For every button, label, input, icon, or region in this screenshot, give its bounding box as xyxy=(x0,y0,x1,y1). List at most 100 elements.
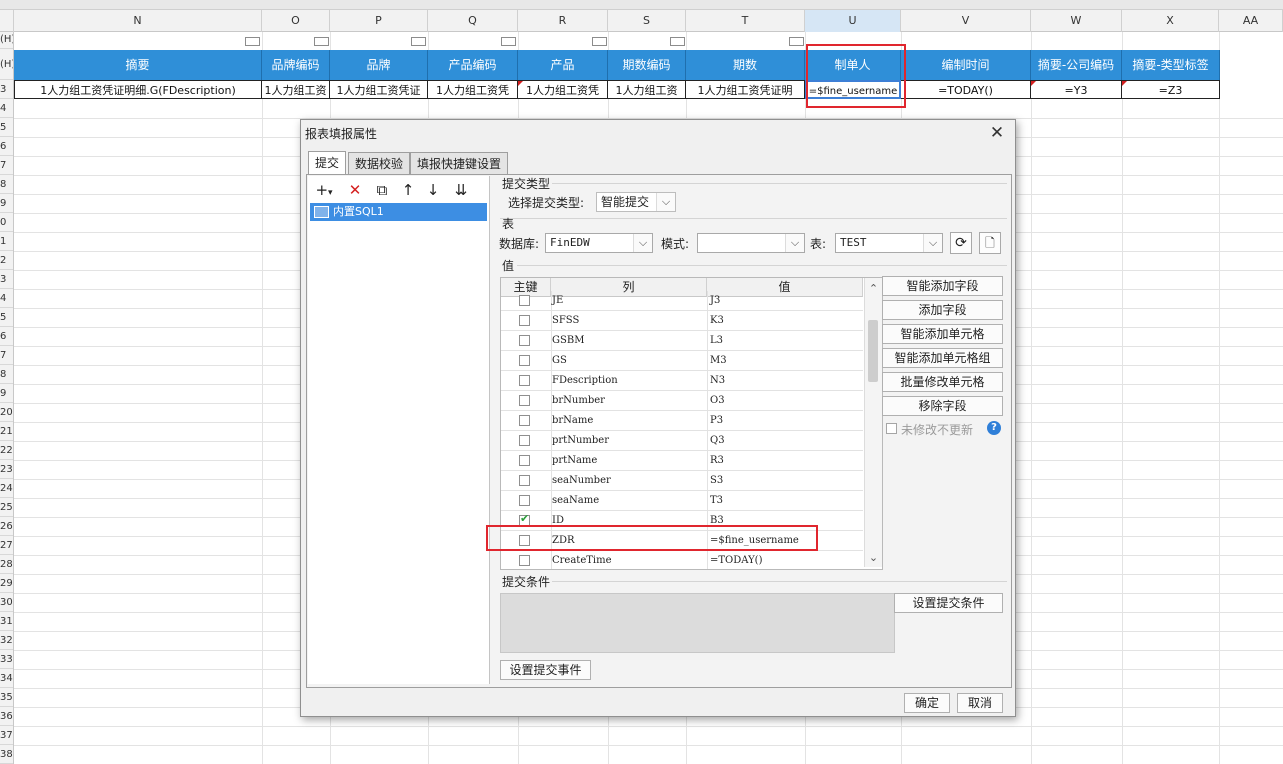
data-cell-period-code[interactable]: 1人力组工资 xyxy=(608,80,686,99)
row-header[interactable]: 27 xyxy=(0,536,13,555)
column-header-r[interactable]: R xyxy=(518,10,608,32)
column-name-cell[interactable]: ID xyxy=(551,511,708,531)
row-header[interactable]: 37 xyxy=(0,726,13,745)
data-cell-company-code[interactable]: =Y3 xyxy=(1031,80,1122,99)
ok-button[interactable]: 确定 xyxy=(904,693,950,713)
table-row[interactable]: SFSS K3 xyxy=(501,311,863,331)
data-cell-type-tag[interactable]: =Z3 xyxy=(1122,80,1220,99)
copy-icon[interactable]: ⧉ xyxy=(372,180,392,200)
data-cell-create-time[interactable]: =TODAY() xyxy=(901,80,1031,99)
row-header[interactable]: 4 xyxy=(0,99,13,118)
row-header[interactable]: 31 xyxy=(0,612,13,631)
filter-box[interactable] xyxy=(789,37,804,46)
header-cell-brand[interactable]: 品牌 xyxy=(330,50,428,80)
column-name-cell[interactable]: CreateTime xyxy=(551,551,708,569)
row-header[interactable]: 5 xyxy=(0,308,13,327)
tree-item-builtin-sql[interactable]: 内置SQL1 xyxy=(310,203,487,221)
move-down-icon[interactable]: ↓ xyxy=(423,180,443,200)
column-name-cell[interactable]: FDescription xyxy=(551,371,708,391)
data-cell-summary[interactable]: 1人力组工资凭证明细.G(FDescription) xyxy=(14,80,262,99)
column-header-x[interactable]: X xyxy=(1122,10,1219,32)
header-cell-product[interactable]: 产品 xyxy=(518,50,608,80)
no-update-checkbox[interactable] xyxy=(886,423,897,434)
submit-condition-area[interactable] xyxy=(500,593,895,653)
row-header[interactable]: 8 xyxy=(0,175,13,194)
header-cell-creator[interactable]: 制单人 xyxy=(805,50,901,80)
filter-box[interactable] xyxy=(314,37,329,46)
row-header[interactable]: 25 xyxy=(0,498,13,517)
add-icon[interactable]: +▾ xyxy=(314,180,334,200)
row-header[interactable]: 22 xyxy=(0,441,13,460)
move-bottom-icon[interactable]: ⇊ xyxy=(451,180,471,200)
primary-key-checkbox[interactable] xyxy=(519,455,530,466)
column-name-cell[interactable]: GSBM xyxy=(551,331,708,351)
table-row[interactable]: GS M3 xyxy=(501,351,863,371)
row-header[interactable]: 38 xyxy=(0,745,13,764)
help-icon[interactable]: ? xyxy=(987,421,1001,435)
column-header-u[interactable]: U xyxy=(805,10,901,32)
header-cell-type-tag[interactable]: 摘要-类型标签 xyxy=(1122,50,1220,80)
column-name-cell[interactable]: JE xyxy=(551,291,708,311)
table-scrollbar[interactable]: ⌃ ⌄ xyxy=(864,278,882,567)
column-name-cell[interactable]: brNumber xyxy=(551,391,708,411)
primary-key-checkbox[interactable] xyxy=(519,295,530,306)
table-row[interactable]: FDescription N3 xyxy=(501,371,863,391)
column-header-v[interactable]: V xyxy=(901,10,1031,32)
table-row[interactable]: brName P3 xyxy=(501,411,863,431)
row-header[interactable]: 1 xyxy=(0,232,13,251)
table-row[interactable]: GSBM L3 xyxy=(501,331,863,351)
table-row[interactable]: prtName R3 xyxy=(501,451,863,471)
row-header[interactable]: 4 xyxy=(0,289,13,308)
table-row[interactable]: brNumber O3 xyxy=(501,391,863,411)
row-header[interactable]: 34 xyxy=(0,669,13,688)
row-header[interactable]: 7 xyxy=(0,346,13,365)
header-cell-create-time[interactable]: 编制时间 xyxy=(901,50,1031,80)
primary-key-checkbox[interactable] xyxy=(519,495,530,506)
smart-add-field-button[interactable]: 智能添加字段 xyxy=(882,276,1003,296)
row-header[interactable]: 30 xyxy=(0,593,13,612)
value-cell[interactable]: =$fine_username xyxy=(707,531,863,551)
primary-key-checkbox[interactable] xyxy=(519,395,530,406)
row-header[interactable]: 9 xyxy=(0,194,13,213)
row-header[interactable]: 6 xyxy=(0,137,13,156)
value-cell[interactable]: Q3 xyxy=(707,431,863,451)
data-cell-period[interactable]: 1人力组工资凭证明 xyxy=(686,80,805,99)
row-header[interactable]: 9 xyxy=(0,384,13,403)
tab-submit[interactable]: 提交 xyxy=(308,151,347,175)
column-header-n[interactable]: N xyxy=(14,10,262,32)
primary-key-checkbox[interactable] xyxy=(519,535,530,546)
primary-key-checkbox[interactable] xyxy=(519,435,530,446)
table-row[interactable]: CreateTime =TODAY() xyxy=(501,551,863,569)
column-name-cell[interactable]: seaNumber xyxy=(551,471,708,491)
schema-select[interactable]: ⌵ xyxy=(697,233,805,253)
column-name-cell[interactable]: SFSS xyxy=(551,311,708,331)
data-cell-brand-code[interactable]: 1人力组工资 xyxy=(262,80,330,99)
row-header[interactable]: 0 xyxy=(0,213,13,232)
row-header[interactable]: 7 xyxy=(0,156,13,175)
move-up-icon[interactable]: ↑ xyxy=(398,180,418,200)
row-header[interactable]: 23 xyxy=(0,460,13,479)
corner-cell[interactable] xyxy=(0,10,14,32)
row-header[interactable]: 3 xyxy=(0,80,13,99)
smart-add-cell-button[interactable]: 智能添加单元格 xyxy=(882,324,1003,344)
row-header[interactable]: 5 xyxy=(0,118,13,137)
close-icon[interactable]: ✕ xyxy=(987,122,1007,144)
row-header[interactable]: 21 xyxy=(0,422,13,441)
row-header[interactable]: 32 xyxy=(0,631,13,650)
delete-icon[interactable]: ✕ xyxy=(345,180,365,200)
row-header[interactable]: 2 xyxy=(0,251,13,270)
row-header[interactable]: 8 xyxy=(0,365,13,384)
data-cell-product-code[interactable]: 1人力组工资凭 xyxy=(428,80,518,99)
header-cell-product-code[interactable]: 产品编码 xyxy=(428,50,518,80)
primary-key-checkbox[interactable] xyxy=(519,415,530,426)
filter-box[interactable] xyxy=(411,37,426,46)
primary-key-checkbox[interactable] xyxy=(519,375,530,386)
value-cell[interactable]: O3 xyxy=(707,391,863,411)
primary-key-checkbox[interactable] xyxy=(519,512,530,526)
row-header[interactable]: 35 xyxy=(0,688,13,707)
filter-box[interactable] xyxy=(592,37,607,46)
chevron-up-icon[interactable]: ⌃ xyxy=(865,280,882,297)
value-cell[interactable]: T3 xyxy=(707,491,863,511)
preview-table-icon[interactable]: 🗋 xyxy=(979,232,1001,254)
data-cell-brand[interactable]: 1人力组工资凭证 xyxy=(330,80,428,99)
